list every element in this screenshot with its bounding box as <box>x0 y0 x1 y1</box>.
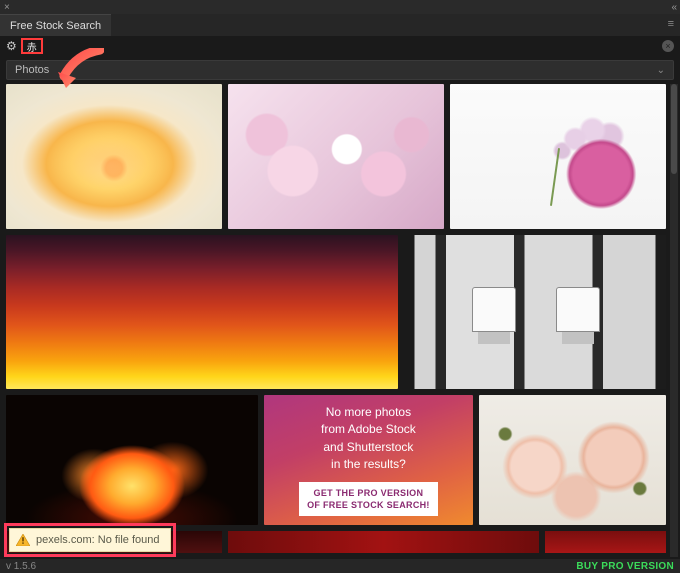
notification-highlight: pexels.com: No file found <box>4 523 176 557</box>
thumbnail[interactable] <box>479 395 666 525</box>
vertical-scrollbar[interactable] <box>670 84 678 557</box>
notification-toast[interactable]: pexels.com: No file found <box>9 528 171 552</box>
promo-cta-line: GET THE PRO VERSION <box>307 487 430 499</box>
warning-icon <box>16 534 30 546</box>
promo-cta-button[interactable]: GET THE PRO VERSION OF FREE STOCK SEARCH… <box>299 482 438 516</box>
thumbnail[interactable] <box>450 84 666 229</box>
category-dropdown[interactable]: Photos ⌄ <box>6 60 674 80</box>
expand-icon[interactable]: « <box>671 2 676 13</box>
gear-icon[interactable]: ⚙ <box>6 39 17 53</box>
thumbnail[interactable] <box>6 84 222 229</box>
tab-bar: Free Stock Search ≡ <box>0 14 680 36</box>
promo-card[interactable]: No more photos from Adobe Stock and Shut… <box>264 395 473 525</box>
search-input[interactable]: 赤 <box>27 39 37 54</box>
version-label: v 1.5.6 <box>6 561 36 572</box>
toolbar: ⚙ 赤 × <box>0 36 680 56</box>
promo-cta-line: OF FREE STOCK SEARCH! <box>307 499 430 511</box>
results-gallery: No more photos from Adobe Stock and Shut… <box>6 84 666 557</box>
promo-line: and Shutterstock <box>323 439 413 456</box>
promo-line: from Adobe Stock <box>321 421 416 438</box>
scrollbar-thumb[interactable] <box>671 84 677 174</box>
notification-text: pexels.com: No file found <box>36 534 160 546</box>
window-topbar: × « <box>0 0 680 14</box>
promo-line: No more photos <box>326 404 411 421</box>
thumbnail[interactable] <box>228 84 444 229</box>
tab-free-stock-search[interactable]: Free Stock Search <box>0 14 111 36</box>
buy-pro-link[interactable]: BUY PRO VERSION <box>576 561 674 572</box>
thumbnail[interactable] <box>404 235 666 389</box>
thumbnail[interactable] <box>6 395 258 525</box>
thumbnail[interactable] <box>6 235 398 389</box>
search-input-highlight: 赤 <box>21 38 43 54</box>
clear-search-icon[interactable]: × <box>662 40 674 52</box>
thumbnail[interactable] <box>545 531 667 553</box>
status-bar: v 1.5.6 BUY PRO VERSION <box>0 559 680 573</box>
panel-menu-icon[interactable]: ≡ <box>662 14 680 36</box>
close-icon[interactable]: × <box>4 2 10 13</box>
chevron-down-icon: ⌄ <box>657 65 665 76</box>
thumbnail[interactable] <box>228 531 539 553</box>
dropdown-selected: Photos <box>15 64 49 76</box>
tab-label: Free Stock Search <box>10 20 101 32</box>
promo-line: in the results? <box>331 456 406 473</box>
